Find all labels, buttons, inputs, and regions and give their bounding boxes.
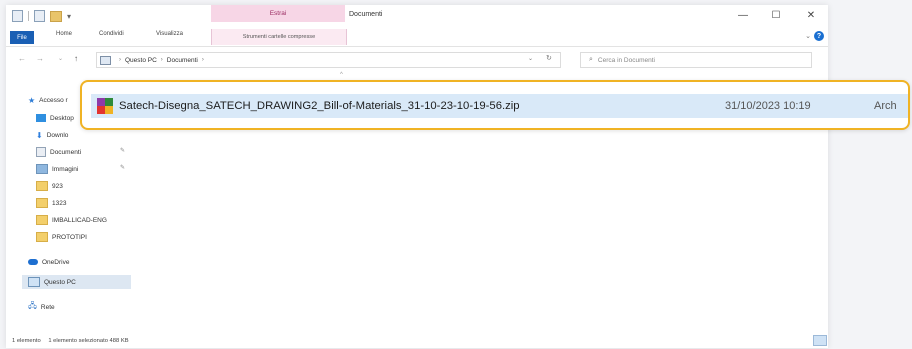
details-view-button[interactable] xyxy=(813,335,827,346)
new-folder-icon[interactable] xyxy=(50,10,62,22)
nav-item-documents[interactable]: Documenti xyxy=(36,146,81,158)
pictures-icon xyxy=(36,164,48,174)
nav-item-label: IMBALLICAD-ENG xyxy=(52,216,107,224)
context-group-label: Estrai xyxy=(211,5,345,22)
nav-item-downloads[interactable]: ⬇ Downlo xyxy=(36,129,68,141)
search-placeholder: Cerca in Documenti xyxy=(597,56,655,64)
customize-toolbar-icon[interactable]: ▾ xyxy=(67,12,71,21)
checkbox-icon[interactable] xyxy=(34,10,45,22)
nav-item-network[interactable]: 🖧 Rete xyxy=(28,301,55,313)
tab-compressed-folder-tools[interactable]: Strumenti cartelle compresse xyxy=(211,29,347,45)
breadcrumb-documents[interactable]: Documenti xyxy=(167,57,198,64)
back-arrow-icon[interactable]: ← xyxy=(18,54,26,63)
column-header-sort-icon[interactable]: ^ xyxy=(340,72,343,78)
close-button[interactable]: ✕ xyxy=(801,10,821,21)
forward-arrow-icon[interactable]: → xyxy=(36,54,44,63)
file-name[interactable]: Satech-Disegna_SATECH_DRAWING2_Bill-of-M… xyxy=(119,100,520,112)
title-bar: ▾ Estrai Documenti — ☐ ✕ xyxy=(6,5,828,29)
window-title: Documenti xyxy=(349,11,383,18)
up-arrow-icon[interactable]: ↑ xyxy=(74,54,78,63)
maximize-button[interactable]: ☐ xyxy=(766,10,786,21)
breadcrumb-separator[interactable]: › xyxy=(202,57,204,63)
nav-item-label: Rete xyxy=(40,303,55,311)
breadcrumb-separator: › xyxy=(119,57,121,63)
pin-icon: ✎ xyxy=(120,148,126,154)
collapse-ribbon-icon[interactable]: ⌄ xyxy=(805,32,811,40)
winrar-archive-icon xyxy=(97,98,113,114)
nav-item-folder-923[interactable]: 923 xyxy=(36,180,63,192)
nav-item-desktop[interactable]: Desktop xyxy=(36,112,74,124)
folder-icon xyxy=(36,232,48,242)
nav-item-label: OneDrive xyxy=(42,258,70,266)
ribbon-tabs: File Home Condividi Visualizza Strumenti… xyxy=(6,29,828,47)
refresh-icon[interactable]: ↻ xyxy=(546,54,552,62)
nav-item-this-pc[interactable]: Questo PC xyxy=(28,276,76,288)
pc-icon xyxy=(100,55,111,65)
nav-item-label: Questo PC xyxy=(44,278,76,286)
toolbar-divider xyxy=(28,11,29,21)
folder-icon xyxy=(36,198,48,208)
status-bar: 1 elemento 1 elemento selezionato 488 KB xyxy=(12,338,135,344)
file-date-modified: 31/10/2023 10:19 xyxy=(725,100,811,112)
nav-item-label: Documenti xyxy=(50,148,82,156)
tab-share[interactable]: Condividi xyxy=(99,31,124,37)
search-input[interactable]: ⌕ Cerca in Documenti xyxy=(580,52,812,68)
nav-item-folder-imballicad[interactable]: IMBALLICAD-ENG xyxy=(36,214,107,226)
nav-item-label: Desktop xyxy=(50,114,74,122)
document-icon xyxy=(36,147,46,157)
nav-item-pictures[interactable]: Immagini xyxy=(36,163,78,175)
quick-access-toolbar: ▾ xyxy=(12,10,71,22)
star-icon: ★ xyxy=(28,95,36,105)
nav-item-quick-access[interactable]: ★ Accesso r xyxy=(28,94,68,106)
tab-file[interactable]: File xyxy=(10,31,34,44)
nav-item-label: Downlo xyxy=(46,131,69,139)
tab-view[interactable]: Visualizza xyxy=(156,31,183,37)
minimize-button[interactable]: — xyxy=(733,10,753,21)
address-row: ← → ⌄ ↑ › Questo PC › Documenti › ⌄ ↻ ⌕ … xyxy=(6,47,828,71)
tab-home[interactable]: Home xyxy=(56,31,72,37)
folder-icon xyxy=(36,215,48,225)
nav-item-label: 923 xyxy=(52,182,63,190)
cloud-icon xyxy=(28,259,38,265)
address-dropdown-icon[interactable]: ⌄ xyxy=(528,55,533,62)
selection-info: 1 elemento selezionato 488 KB xyxy=(48,338,129,344)
pin-icon: ✎ xyxy=(120,165,126,171)
breadcrumb-this-pc[interactable]: Questo PC xyxy=(125,57,157,64)
download-icon: ⬇ xyxy=(36,130,43,140)
nav-item-label: Immagini xyxy=(52,165,79,173)
desktop-icon xyxy=(36,114,46,122)
file-type: Arch xyxy=(874,100,897,112)
nav-item-label: PROTOTIPI xyxy=(52,233,87,241)
search-icon: ⌕ xyxy=(589,56,593,63)
file-row-highlight: Satech-Disegna_SATECH_DRAWING2_Bill-of-M… xyxy=(80,80,910,130)
item-count: 1 elemento xyxy=(12,338,41,344)
breadcrumb-separator: › xyxy=(160,57,163,63)
nav-item-onedrive[interactable]: OneDrive xyxy=(28,256,69,268)
nav-item-label: 1323 xyxy=(52,199,67,207)
address-bar[interactable]: › Questo PC › Documenti › xyxy=(96,52,561,68)
nav-item-label: Accesso r xyxy=(39,96,68,104)
recent-locations-icon[interactable]: ⌄ xyxy=(58,55,63,62)
nav-item-folder-1323[interactable]: 1323 xyxy=(36,197,66,209)
properties-icon[interactable] xyxy=(12,10,23,22)
folder-icon xyxy=(36,181,48,191)
nav-item-folder-prototipi[interactable]: PROTOTIPI xyxy=(36,231,87,243)
pc-icon xyxy=(28,277,40,287)
explorer-window: ▾ Estrai Documenti — ☐ ✕ File Home Condi… xyxy=(6,5,828,348)
help-icon[interactable]: ? xyxy=(814,31,824,41)
network-icon: 🖧 xyxy=(28,301,37,310)
